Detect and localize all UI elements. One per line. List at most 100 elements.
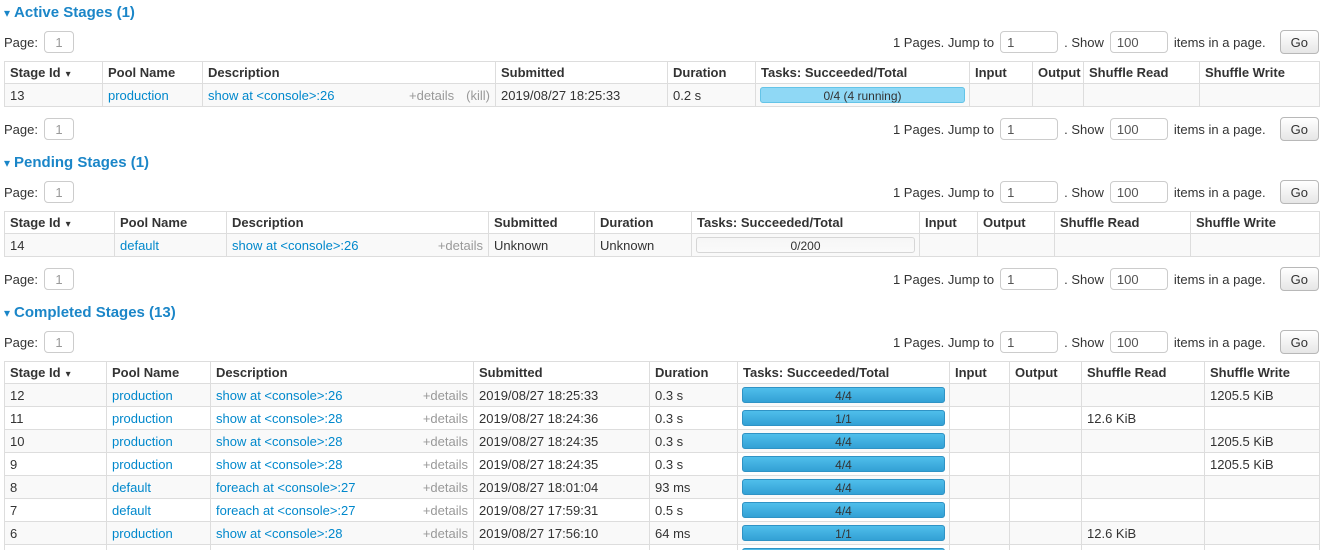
go-button[interactable]: Go xyxy=(1280,330,1319,354)
progress-label: 4/4 xyxy=(743,503,944,519)
tasks-cell: 4/4 xyxy=(738,476,950,499)
details-toggle[interactable]: +details xyxy=(423,526,468,541)
col-header-pool-name[interactable]: Pool Name xyxy=(115,212,227,234)
section-heading-active[interactable]: ▾Active Stages (1) xyxy=(4,4,1319,21)
details-toggle[interactable]: +details xyxy=(438,238,483,253)
pool-name-link[interactable]: production xyxy=(112,411,173,426)
col-header-description[interactable]: Description xyxy=(203,62,496,84)
col-header-output[interactable]: Output xyxy=(1010,362,1082,384)
pool-name-cell: production xyxy=(107,430,211,453)
col-header-shuffle-read[interactable]: Shuffle Read xyxy=(1055,212,1191,234)
col-header-stage-id[interactable]: Stage Id▾ xyxy=(5,62,103,84)
col-header-shuffle-read[interactable]: Shuffle Read xyxy=(1082,362,1205,384)
col-header-output[interactable]: Output xyxy=(978,212,1055,234)
col-header-submitted[interactable]: Submitted xyxy=(496,62,668,84)
shuffle-read-cell xyxy=(1055,234,1191,257)
pool-name-link[interactable]: default xyxy=(112,480,151,495)
pool-name-link[interactable]: production xyxy=(112,526,173,541)
details-toggle[interactable]: +details xyxy=(423,503,468,518)
col-header-shuffle-read[interactable]: Shuffle Read xyxy=(1084,62,1200,84)
section-heading-pending[interactable]: ▾Pending Stages (1) xyxy=(4,154,1319,171)
pool-name-link[interactable]: default xyxy=(120,238,159,253)
jump-to-page-input[interactable] xyxy=(1000,331,1058,353)
details-toggle[interactable]: +details xyxy=(423,480,468,495)
duration-cell: 0.2 s xyxy=(668,84,756,107)
stage-id-cell: 11 xyxy=(5,407,107,430)
pool-name-link[interactable]: production xyxy=(108,88,169,103)
col-header-tasks-succeeded-total[interactable]: Tasks: Succeeded/Total xyxy=(692,212,920,234)
jump-to-page-input[interactable] xyxy=(1000,268,1058,290)
go-button[interactable]: Go xyxy=(1280,117,1319,141)
items-per-page-input[interactable] xyxy=(1110,118,1168,140)
col-header-pool-name[interactable]: Pool Name xyxy=(103,62,203,84)
page-label: Page: xyxy=(4,185,38,200)
pool-name-cell: default xyxy=(107,499,211,522)
go-button[interactable]: Go xyxy=(1280,30,1319,54)
task-progress-bar: 4/4 xyxy=(742,479,945,495)
col-header-tasks-succeeded-total[interactable]: Tasks: Succeeded/Total xyxy=(738,362,950,384)
items-per-page-input[interactable] xyxy=(1110,181,1168,203)
shuffle-write-cell: 1205.5 KiB xyxy=(1205,430,1320,453)
jump-to-page-input[interactable] xyxy=(1000,118,1058,140)
details-toggle[interactable]: +details xyxy=(409,88,454,103)
jump-to-page-input[interactable] xyxy=(1000,31,1058,53)
description-link[interactable]: show at <console>:26 xyxy=(208,88,397,103)
items-per-page-label: items in a page. xyxy=(1174,35,1266,50)
col-header-description[interactable]: Description xyxy=(211,362,474,384)
items-per-page-input[interactable] xyxy=(1110,31,1168,53)
collapse-arrow-icon: ▾ xyxy=(4,306,10,320)
pool-name-cell: production xyxy=(103,84,203,107)
col-header-submitted[interactable]: Submitted xyxy=(474,362,650,384)
description-link[interactable]: show at <console>:28 xyxy=(216,526,411,541)
details-toggle[interactable]: +details xyxy=(423,457,468,472)
pool-name-link[interactable]: production xyxy=(112,434,173,449)
col-header-shuffle-write[interactable]: Shuffle Write xyxy=(1205,362,1320,384)
details-toggle[interactable]: +details xyxy=(423,434,468,449)
jump-to-page-input[interactable] xyxy=(1000,181,1058,203)
go-button[interactable]: Go xyxy=(1280,267,1319,291)
col-header-submitted[interactable]: Submitted xyxy=(489,212,595,234)
col-header-pool-name[interactable]: Pool Name xyxy=(107,362,211,384)
details-toggle[interactable]: +details xyxy=(423,388,468,403)
description-link[interactable]: foreach at <console>:27 xyxy=(216,503,411,518)
col-header-input[interactable]: Input xyxy=(920,212,978,234)
col-header-shuffle-write[interactable]: Shuffle Write xyxy=(1200,62,1320,84)
duration-cell: 0.2 s xyxy=(650,545,738,550)
col-header-duration[interactable]: Duration xyxy=(668,62,756,84)
col-header-input[interactable]: Input xyxy=(970,62,1033,84)
pool-name-link[interactable]: production xyxy=(112,388,173,403)
pagination-bar: Page: 1 Pages. Jump to . Show items in a… xyxy=(4,117,1319,141)
description-link[interactable]: show at <console>:26 xyxy=(216,388,411,403)
page-number-input[interactable] xyxy=(44,31,74,53)
page-number-input[interactable] xyxy=(44,181,74,203)
page-label: Page: xyxy=(4,335,38,350)
description-link[interactable]: show at <console>:28 xyxy=(216,411,411,426)
items-per-page-input[interactable] xyxy=(1110,331,1168,353)
go-button[interactable]: Go xyxy=(1280,180,1319,204)
col-header-description[interactable]: Description xyxy=(227,212,489,234)
col-header-shuffle-write[interactable]: Shuffle Write xyxy=(1191,212,1320,234)
input-cell xyxy=(950,522,1010,545)
section-heading-completed[interactable]: ▾Completed Stages (13) xyxy=(4,304,1319,321)
col-header-input[interactable]: Input xyxy=(950,362,1010,384)
details-toggle[interactable]: +details xyxy=(423,411,468,426)
col-header-output[interactable]: Output xyxy=(1033,62,1084,84)
pool-name-cell: default xyxy=(115,234,227,257)
col-header-tasks-succeeded-total[interactable]: Tasks: Succeeded/Total xyxy=(756,62,970,84)
pool-name-link[interactable]: production xyxy=(112,457,173,472)
kill-link[interactable]: (kill) xyxy=(466,88,490,103)
col-header-stage-id[interactable]: Stage Id▾ xyxy=(5,362,107,384)
page-number-input[interactable] xyxy=(44,268,74,290)
page-number-input[interactable] xyxy=(44,118,74,140)
pool-name-link[interactable]: default xyxy=(112,503,151,518)
col-header-stage-id[interactable]: Stage Id▾ xyxy=(5,212,115,234)
col-header-duration[interactable]: Duration xyxy=(595,212,692,234)
items-per-page-input[interactable] xyxy=(1110,268,1168,290)
task-progress-bar: 1/1 xyxy=(742,525,945,541)
page-number-input[interactable] xyxy=(44,331,74,353)
col-header-duration[interactable]: Duration xyxy=(650,362,738,384)
description-link[interactable]: show at <console>:26 xyxy=(232,238,426,253)
description-link[interactable]: show at <console>:28 xyxy=(216,457,411,472)
description-link[interactable]: show at <console>:28 xyxy=(216,434,411,449)
description-link[interactable]: foreach at <console>:27 xyxy=(216,480,411,495)
